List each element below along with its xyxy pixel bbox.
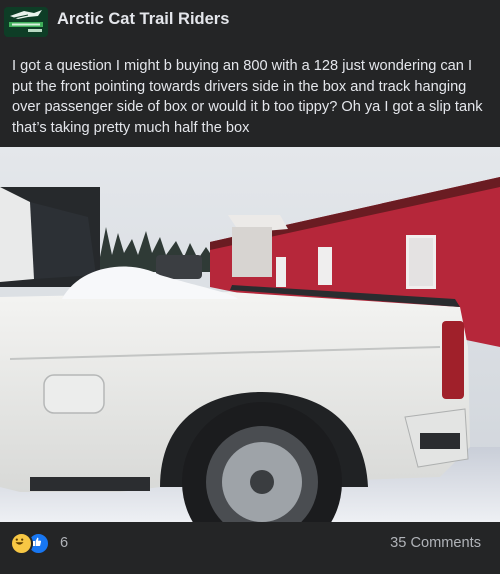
group-name-link[interactable]: Arctic Cat Trail Riders bbox=[57, 10, 229, 29]
post-header: Arctic Cat Trail Riders bbox=[0, 0, 500, 44]
reactions-summary[interactable]: 6 bbox=[10, 531, 69, 555]
post-photo[interactable] bbox=[0, 147, 500, 522]
group-logo[interactable] bbox=[4, 7, 48, 37]
post-footer: 6 35 Comments bbox=[0, 522, 500, 574]
arctic-cat-logo-icon bbox=[4, 7, 48, 37]
reaction-count: 6 bbox=[60, 535, 69, 551]
haha-icon bbox=[10, 531, 33, 555]
post-text: I got a question I might b buying an 800… bbox=[12, 58, 483, 136]
post-card: Arctic Cat Trail Riders I got a question… bbox=[0, 0, 500, 574]
comments-count-link[interactable]: 35 Comments bbox=[390, 535, 481, 551]
truck-photo-image bbox=[0, 147, 500, 522]
